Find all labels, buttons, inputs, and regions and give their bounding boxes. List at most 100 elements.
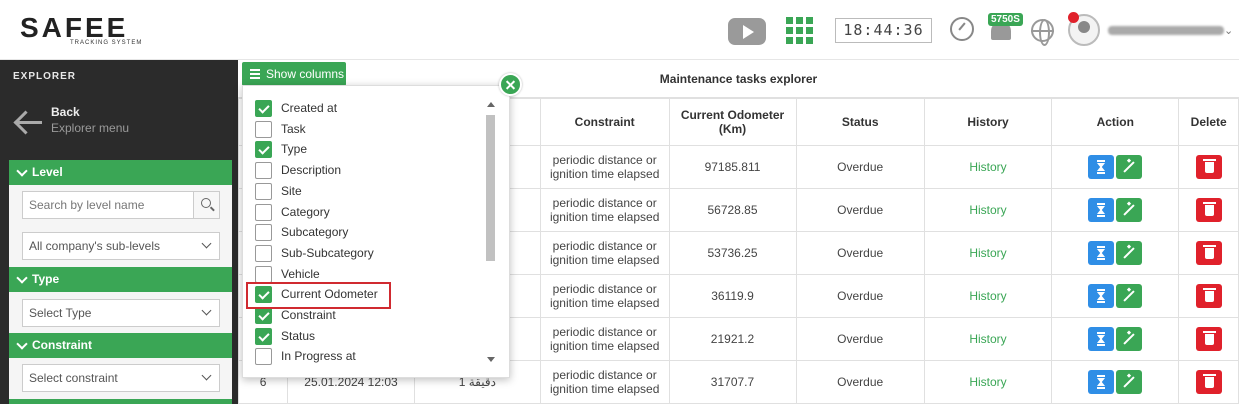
type-panel-header[interactable]: Type xyxy=(9,267,232,292)
cell-delete xyxy=(1178,360,1239,404)
cell-action xyxy=(1051,145,1180,189)
schedule-button[interactable] xyxy=(1088,155,1115,179)
column-option[interactable]: In Progress at xyxy=(255,347,475,366)
chevron-down-icon[interactable]: ⌄ xyxy=(1224,24,1233,37)
scroll-thumb[interactable] xyxy=(486,115,495,261)
top-bar: SAFEE TRACKING SYSTEM 18:44:36 5750S ⌄ xyxy=(0,0,1239,60)
checkbox[interactable] xyxy=(255,348,272,366)
checkbox[interactable] xyxy=(255,244,272,262)
column-option[interactable]: Vehicle xyxy=(255,265,475,284)
schedule-button[interactable] xyxy=(1088,327,1115,351)
column-option[interactable]: Status xyxy=(255,327,475,346)
col-delete[interactable]: Delete xyxy=(1178,98,1239,146)
trash-icon xyxy=(1202,202,1216,216)
history-link[interactable]: History xyxy=(923,360,1053,404)
column-option-label: Site xyxy=(281,183,302,198)
cell-delete xyxy=(1178,145,1239,189)
globe-icon[interactable] xyxy=(1031,19,1054,46)
level-select[interactable]: All company's sub-levels xyxy=(22,232,220,260)
resolve-button[interactable] xyxy=(1116,155,1143,179)
col-history[interactable]: History xyxy=(923,98,1053,146)
column-option-label: Vehicle xyxy=(281,266,320,281)
history-link[interactable]: History xyxy=(923,274,1053,318)
delete-button[interactable] xyxy=(1195,241,1222,265)
close-icon[interactable] xyxy=(499,73,522,96)
delete-button[interactable] xyxy=(1195,155,1222,179)
back-button[interactable]: Back Explorer menu xyxy=(12,102,232,142)
col-status[interactable]: Status xyxy=(795,98,925,146)
history-link[interactable]: History xyxy=(923,317,1053,361)
schedule-button[interactable] xyxy=(1088,370,1115,394)
scrollbar[interactable] xyxy=(484,99,498,365)
search-icon[interactable] xyxy=(193,192,219,218)
resolve-button[interactable] xyxy=(1116,370,1143,394)
status-dot xyxy=(1068,12,1079,23)
arrow-left-icon xyxy=(14,110,44,134)
column-option-label: Description xyxy=(281,163,342,178)
column-option[interactable]: Description xyxy=(255,161,475,180)
delete-button[interactable] xyxy=(1195,284,1222,308)
resolve-button[interactable] xyxy=(1116,241,1143,265)
logo-tagline: TRACKING SYSTEM xyxy=(70,40,143,46)
history-link[interactable]: History xyxy=(923,231,1053,275)
column-option[interactable]: Created at xyxy=(255,99,475,118)
resolve-button[interactable] xyxy=(1116,198,1143,222)
checkbox[interactable] xyxy=(255,141,272,159)
checkbox[interactable] xyxy=(255,327,272,345)
safee-logo[interactable]: SAFEE TRACKING SYSTEM xyxy=(20,12,150,52)
magic-wand-icon xyxy=(1123,376,1135,388)
checkbox[interactable] xyxy=(255,265,272,283)
constraint-select-value: Select constraint xyxy=(29,371,118,385)
col-constraint[interactable]: Constraint xyxy=(539,98,670,146)
scroll-down-icon[interactable] xyxy=(487,357,495,362)
delete-button[interactable] xyxy=(1195,370,1222,394)
checkbox[interactable] xyxy=(255,307,272,324)
column-option-label: Sub-Subcategory xyxy=(281,245,374,260)
constraint-panel-header[interactable]: Constraint xyxy=(9,333,232,358)
col-action[interactable]: Action xyxy=(1051,98,1180,146)
checkbox[interactable] xyxy=(255,224,272,242)
schedule-button[interactable] xyxy=(1088,198,1115,222)
checkbox[interactable] xyxy=(255,120,272,138)
cell-action xyxy=(1051,188,1180,232)
checkbox[interactable] xyxy=(255,203,272,221)
column-option[interactable]: Type xyxy=(255,140,475,159)
delete-button[interactable] xyxy=(1195,327,1222,351)
username-blurred[interactable] xyxy=(1108,26,1224,35)
column-option[interactable]: Sub-Subcategory xyxy=(255,244,475,263)
col-current-odometer[interactable]: Current Odometer (Km) xyxy=(668,98,797,146)
cell-action xyxy=(1051,360,1180,404)
show-columns-button[interactable]: Show columns xyxy=(242,62,346,86)
history-link[interactable]: History xyxy=(923,188,1053,232)
schedule-button[interactable] xyxy=(1088,241,1115,265)
constraint-select[interactable]: Select constraint xyxy=(22,364,220,392)
checkbox[interactable] xyxy=(255,182,272,200)
history-link[interactable]: History xyxy=(923,145,1053,189)
column-option-label: Status xyxy=(281,328,316,343)
hourglass-icon xyxy=(1097,160,1106,174)
hourglass-icon xyxy=(1097,332,1106,346)
schedule-button[interactable] xyxy=(1088,284,1115,308)
type-select[interactable]: Select Type xyxy=(22,299,220,327)
cell-delete xyxy=(1178,274,1239,318)
resolve-button[interactable] xyxy=(1116,327,1143,351)
resolve-button[interactable] xyxy=(1116,284,1143,308)
video-play-icon[interactable] xyxy=(728,18,766,45)
checkbox[interactable] xyxy=(255,100,272,117)
speedometer-icon[interactable] xyxy=(950,17,974,41)
checkbox[interactable] xyxy=(255,162,272,180)
level-panel-header[interactable]: Level xyxy=(9,160,232,185)
apps-grid-icon[interactable] xyxy=(786,17,813,44)
delete-button[interactable] xyxy=(1195,198,1222,222)
menu-icon xyxy=(250,69,260,71)
column-option[interactable]: Task xyxy=(255,120,475,139)
column-option[interactable]: Subcategory xyxy=(255,223,475,242)
scroll-up-icon[interactable] xyxy=(487,102,495,107)
magic-wand-icon xyxy=(1123,161,1135,173)
trash-icon xyxy=(1202,245,1216,259)
level-search-input[interactable]: Search by level name xyxy=(22,191,220,219)
column-option[interactable]: Category xyxy=(255,203,475,222)
next-panel-header[interactable] xyxy=(9,399,232,404)
cell-status: Overdue xyxy=(795,274,925,318)
column-option[interactable]: Site xyxy=(255,182,475,201)
